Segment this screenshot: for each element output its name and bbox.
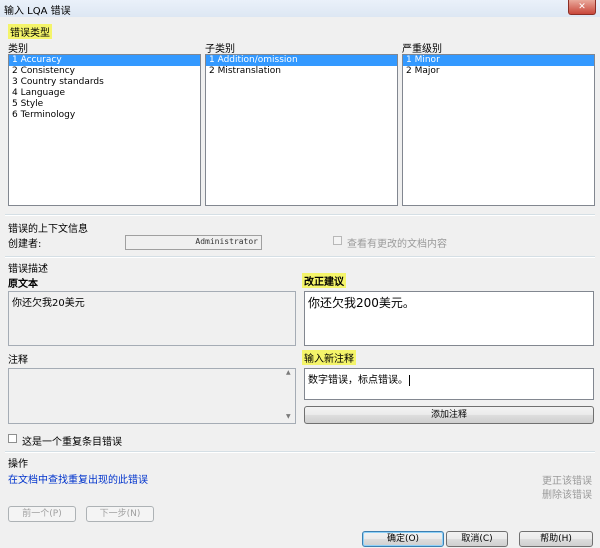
help-button[interactable]: 帮助(H) — [519, 531, 593, 547]
new-comment-input[interactable]: 数字错误，标点错误。 — [304, 368, 594, 400]
context-heading: 错误的上下文信息 — [8, 224, 88, 235]
title-bar: 输入 LQA 错误 ✕ — [0, 0, 600, 17]
text-caret — [409, 374, 410, 386]
severity-label: 严重级别 — [402, 44, 442, 55]
subcategory-listbox[interactable]: 1 Addition/omission 2 Mistranslation — [205, 54, 398, 206]
source-text-box: 你还欠我20美元 — [8, 291, 296, 346]
creator-label: 创建者: — [8, 239, 42, 250]
lqa-error-dialog: 输入 LQA 错误 ✕ 错误类型 类别 1 Accuracy 2 Consist… — [0, 0, 600, 548]
delete-error-link[interactable]: 删除该错误 — [542, 486, 592, 501]
category-listbox[interactable]: 1 Accuracy 2 Consistency 3 Country stand… — [8, 54, 201, 206]
new-comment-label: 输入新注释 — [302, 350, 356, 365]
window-title: 输入 LQA 错误 — [4, 6, 71, 17]
source-text: 你还欠我20美元 — [12, 298, 85, 309]
category-item-terminology[interactable]: 6 Terminology — [9, 110, 200, 121]
category-label: 类别 — [8, 44, 28, 55]
operations-heading: 操作 — [8, 459, 28, 470]
category-item-accuracy[interactable]: 1 Accuracy — [9, 55, 200, 66]
repeat-error-label: 这是一个重复条目错误 — [22, 437, 122, 448]
cancel-button[interactable]: 取消(C) — [446, 531, 508, 547]
comments-box — [8, 368, 296, 424]
category-item-language[interactable]: 4 Language — [9, 88, 200, 99]
comments-label: 注释 — [8, 355, 28, 366]
source-text-label: 原文本 — [8, 279, 38, 290]
separator — [5, 451, 595, 453]
next-button[interactable]: 下一步(N) — [86, 506, 154, 522]
scroll-up-icon[interactable]: ▲ — [286, 369, 291, 376]
close-button[interactable]: ✕ — [568, 0, 596, 15]
severity-item-major[interactable]: 2 Major — [403, 66, 594, 77]
severity-item-minor[interactable]: 1 Minor — [403, 55, 594, 66]
category-item-country-standards[interactable]: 3 Country standards — [9, 77, 200, 88]
view-changed-label: 查看有更改的文档内容 — [347, 239, 447, 250]
suggestion-label: 改正建议 — [302, 273, 346, 288]
category-item-consistency[interactable]: 2 Consistency — [9, 66, 200, 77]
subcategory-item-addition-omission[interactable]: 1 Addition/omission — [206, 55, 397, 66]
previous-button[interactable]: 前一个(P) — [8, 506, 76, 522]
add-comment-button[interactable]: 添加注释 — [304, 406, 594, 424]
separator — [5, 214, 595, 216]
ok-button[interactable]: 确定(O) — [362, 531, 444, 547]
scroll-down-icon[interactable]: ▼ — [286, 413, 291, 420]
find-repeated-error-link[interactable]: 在文档中查找重复出现的此错误 — [8, 471, 148, 486]
subcategory-label: 子类别 — [205, 44, 235, 55]
new-comment-text: 数字错误，标点错误。 — [308, 375, 408, 386]
repeat-error-checkbox[interactable] — [8, 434, 17, 443]
change-error-link[interactable]: 更正该错误 — [542, 472, 592, 487]
severity-listbox[interactable]: 1 Minor 2 Major — [402, 54, 595, 206]
close-icon: ✕ — [578, 2, 586, 12]
suggestion-input[interactable]: 你还欠我200美元。 — [304, 291, 594, 346]
suggestion-text: 你还欠我200美元。 — [308, 296, 415, 310]
category-item-style[interactable]: 5 Style — [9, 99, 200, 110]
separator — [5, 256, 595, 258]
view-changed-checkbox[interactable] — [333, 236, 342, 245]
description-heading: 错误描述 — [8, 264, 48, 275]
creator-field: Administrator — [125, 235, 262, 250]
error-type-heading: 错误类型 — [8, 24, 52, 39]
subcategory-item-mistranslation[interactable]: 2 Mistranslation — [206, 66, 397, 77]
